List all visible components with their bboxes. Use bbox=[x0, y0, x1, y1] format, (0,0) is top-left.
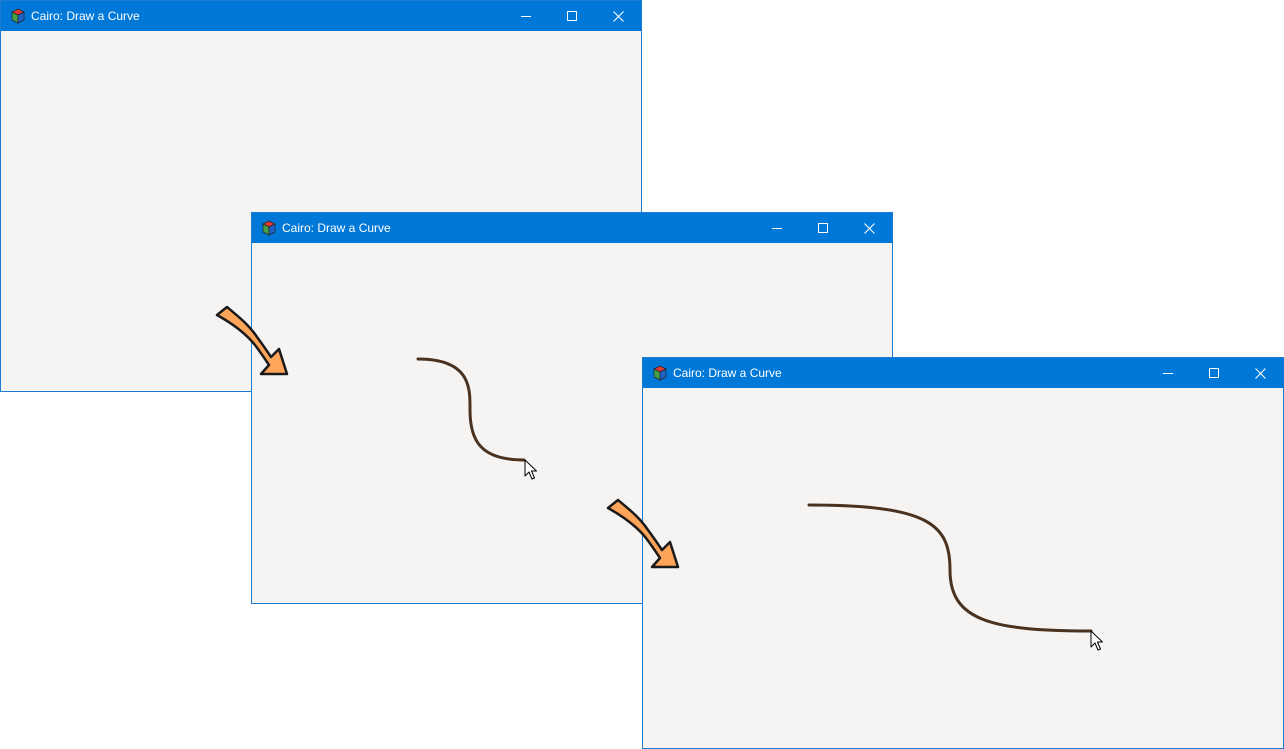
maximize-icon bbox=[567, 11, 577, 21]
minimize-icon bbox=[772, 228, 782, 229]
maximize-icon bbox=[1209, 368, 1219, 378]
maximize-button[interactable] bbox=[800, 213, 846, 243]
title-bar[interactable]: Cairo: Draw a Curve bbox=[1, 1, 641, 31]
minimize-icon bbox=[521, 16, 531, 17]
close-icon bbox=[1254, 367, 1266, 379]
window-3: Cairo: Draw a Curve bbox=[642, 357, 1284, 749]
window-title: Cairo: Draw a Curve bbox=[282, 221, 391, 235]
close-icon bbox=[612, 10, 624, 22]
close-button[interactable] bbox=[1237, 358, 1283, 388]
maximize-icon bbox=[818, 223, 828, 233]
gtk-cube-icon bbox=[262, 220, 276, 236]
minimize-icon bbox=[1163, 373, 1173, 374]
maximize-button[interactable] bbox=[1191, 358, 1237, 388]
close-button[interactable] bbox=[595, 1, 641, 31]
maximize-button[interactable] bbox=[549, 1, 595, 31]
minimize-button[interactable] bbox=[503, 1, 549, 31]
title-bar[interactable]: Cairo: Draw a Curve bbox=[643, 358, 1283, 388]
title-bar[interactable]: Cairo: Draw a Curve bbox=[252, 213, 892, 243]
close-button[interactable] bbox=[846, 213, 892, 243]
minimize-button[interactable] bbox=[754, 213, 800, 243]
close-icon bbox=[863, 222, 875, 234]
window-title: Cairo: Draw a Curve bbox=[31, 9, 140, 23]
drawing-canvas[interactable] bbox=[643, 388, 1283, 748]
screenshot-stage: Cairo: Draw a Curve Cairo: Draw a Curve bbox=[0, 0, 1284, 749]
gtk-cube-icon bbox=[11, 8, 25, 24]
gtk-cube-icon bbox=[653, 365, 667, 381]
window-title: Cairo: Draw a Curve bbox=[673, 366, 782, 380]
minimize-button[interactable] bbox=[1145, 358, 1191, 388]
